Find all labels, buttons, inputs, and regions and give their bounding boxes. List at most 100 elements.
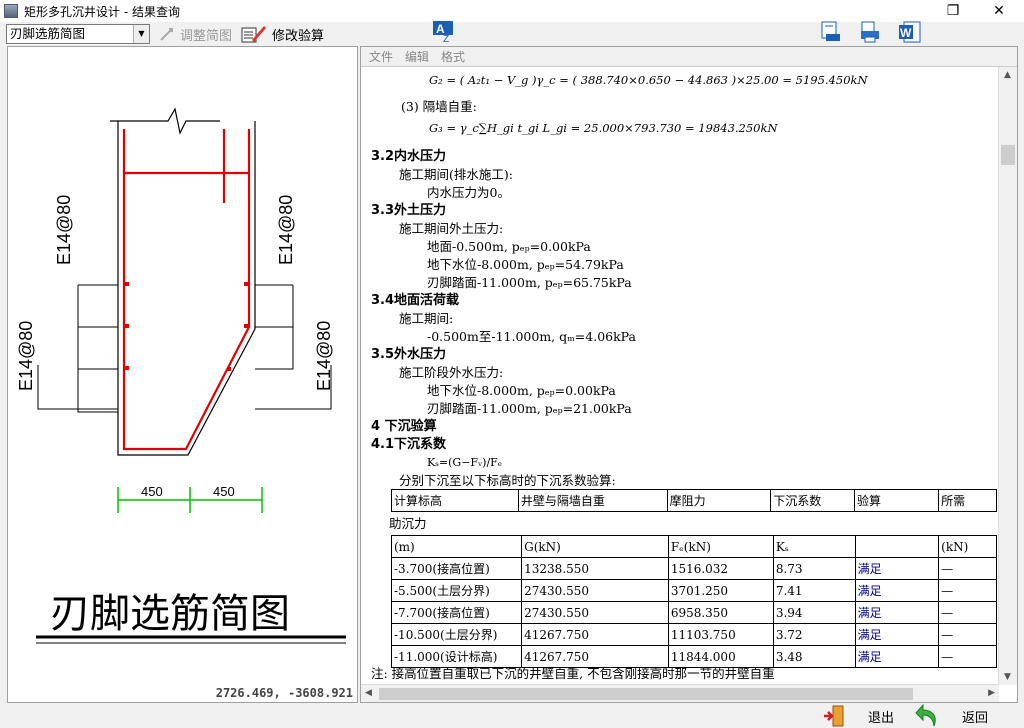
font-icon[interactable]: AZ [432,21,456,44]
table-header-cell: 下沉系数 [770,489,855,512]
print-icon[interactable] [858,21,882,43]
svg-text:Z: Z [443,34,449,44]
table-header-cell: 摩阻力 [666,489,772,512]
back-label: 返回 [962,710,989,726]
dimension-lines [117,487,263,513]
s35-line-a: 施工阶段外水压力: [399,365,504,380]
scroll-down-icon[interactable]: ▼ [1004,672,1011,682]
table-units-row: (m) G(kN) Fₑ(kN) Kₛ (kN) [390,535,997,558]
table-unit-cell: (kN) [938,535,997,558]
table-cell: 6958.350 [667,601,774,624]
table-cell: 1516.032 [667,557,774,580]
table-header-cell: 计算标高 [391,489,519,512]
restore-icon[interactable]: ❐ [930,0,976,22]
table-cell: 3.72 [772,623,856,646]
section-4-1: 4.1下沉系数 [371,437,447,452]
scroll-up-icon[interactable]: ▲ [1004,70,1011,80]
table-unit-cell: Kₛ [772,535,856,558]
drawing-panel[interactable]: E14@80 E14@80 E14@80 E14@80 450 450 刃脚选筋… [7,46,358,703]
table-cell: -3.700(接高位置) [390,557,523,580]
table-cell: -7.700(接高位置) [390,601,523,624]
table-cell: -5.500(土层分界) [390,579,523,602]
table-cell: 27430.550 [521,601,669,624]
exit-icon [822,705,846,727]
modify-check-label: 修改验算 [272,28,325,44]
table-cell-status: 满足 [854,623,940,646]
horizontal-scroll-thumb[interactable] [379,688,913,700]
table-row: -5.500(土层分界) 27430.550 3701.250 7.41 满足 … [390,579,997,602]
table-header-cell: 验算 [853,489,940,512]
table-row: -3.700(接高位置) 13238.550 1516.032 8.73 满足 … [390,557,997,580]
close-icon[interactable]: ✕ [976,0,1022,22]
table-unit-cell: Fₑ(kN) [667,535,774,558]
table-cell: 41267.750 [521,623,669,646]
exit-label: 退出 [868,710,895,726]
s41-description: 分别下沉至以下标高时的下沉系数验算: [399,473,616,488]
rebar-label-right-upper: E14@80 [276,195,296,265]
vertical-scroll-thumb[interactable] [1001,145,1015,165]
edit-pencil-icon [240,25,268,43]
exit-button[interactable]: 退出 [822,704,894,728]
table-cell: 8.73 [772,557,856,580]
table-subheader: 助沉力 [389,516,427,531]
print-preview-icon[interactable] [818,21,842,42]
table-header-cell: 所需 [938,489,997,512]
table-cell-status: 满足 [854,579,940,602]
back-button[interactable]: 返回 [914,704,988,728]
app-icon [4,4,18,18]
menu-format[interactable]: 格式 [441,48,465,65]
title-bar: 矩形多孔沉井设计 - 结果查询 ❐ ✕ [0,0,1024,22]
s33-line-c: 地下水位-8.000m, pₑₚ=54.79kPa [427,257,624,272]
table-cell: — [938,645,997,668]
s32-line-a: 施工期间(排水施工): [399,167,513,182]
rebar-label-left-lower: E14@80 [16,321,36,391]
table-cell-status: 满足 [854,601,940,624]
table-cell: 11103.750 [667,623,774,646]
view-select-value: 刃脚选筋简图 [10,26,86,41]
table-unit-cell [854,535,940,558]
menu-edit[interactable]: 编辑 [405,48,429,65]
scroll-right-icon[interactable]: ▶ [988,688,995,698]
break-line [110,107,220,135]
table-cell: — [938,557,997,580]
g2-formula: G₂ = ( A₂t₁ − V_g )γ_c = ( 388.740×0.650… [429,73,868,87]
vertical-scrollbar[interactable]: ▲ ▼ [998,67,1017,685]
scroll-left-icon[interactable]: ◀ [365,688,372,698]
s33-line-a: 施工期间外土压力: [399,221,504,236]
window-title: 矩形多孔沉井设计 - 结果查询 [24,4,180,19]
menu-file[interactable]: 文件 [369,48,393,65]
table-unit-cell: (m) [390,535,523,558]
toolbar: 刃脚选筋简图 ▼ 调整简图 修改验算 AZ W [0,21,1024,46]
soil-lines [37,284,332,413]
rebar-lines [122,129,251,451]
s35-line-b: 地下水位-8.000m, pₑₚ=0.00kPa [427,383,616,398]
horizontal-scrollbar[interactable]: ◀ ▶ [361,684,999,702]
adjust-drawing-button[interactable]: 调整简图 [158,24,232,44]
s33-line-d: 刃脚踏面-11.000m, pₑₚ=65.75kPa [427,275,632,290]
report-panel: 文件 编辑 格式 G₂ = ( A₂t₁ − V_g )γ_c = ( 388.… [360,46,1018,703]
chevron-down-icon[interactable]: ▼ [133,25,149,43]
drawing-title: 刃脚选筋简图 [50,591,290,637]
s34-line-a: 施工期间: [399,311,454,326]
rebar-drawing: E14@80 E14@80 E14@80 E14@80 450 450 刃脚选筋… [16,107,346,644]
word-export-icon[interactable]: W [898,21,922,43]
table-cell: 27430.550 [521,579,669,602]
table-cell: 3701.250 [667,579,774,602]
table-row: -10.500(土层分界) 41267.750 11103.750 3.72 满… [390,623,997,646]
partition-weight-label: (3) 隔墙自重: [401,99,477,114]
report-menubar: 文件 编辑 格式 [361,47,1017,67]
section-3-2: 3.2内水压力 [371,149,447,164]
table-cell: 13238.550 [521,557,669,580]
table-cell-status: 满足 [854,645,940,668]
s32-line-b: 内水压力为0。 [427,185,510,200]
section-3-3: 3.3外土压力 [371,203,447,218]
table-unit-cell: G(kN) [521,535,669,558]
section-4: 4 下沉验算 [371,419,437,434]
table-row: -7.700(接高位置) 27430.550 6958.350 3.94 满足 … [390,601,997,624]
table-cell: — [938,601,997,624]
modify-check-button[interactable]: 修改验算 [240,24,324,44]
back-arrow-icon [914,704,940,728]
report-document[interactable]: G₂ = ( A₂t₁ − V_g )γ_c = ( 388.740×0.650… [361,69,997,685]
view-select[interactable]: 刃脚选筋简图 ▼ [6,24,150,44]
cursor-coordinates: 2726.469, -3608.921 [215,686,353,700]
